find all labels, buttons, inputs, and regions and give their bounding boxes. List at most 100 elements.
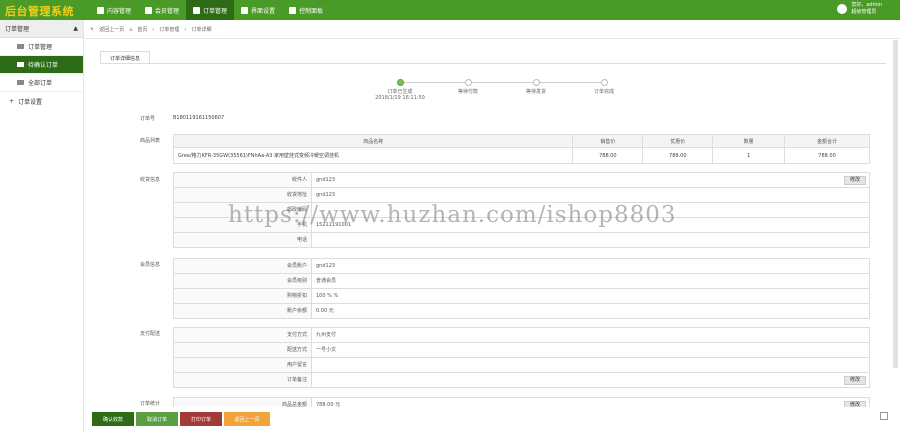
nav-label: 订单管理 xyxy=(203,7,228,15)
user-role: 超级管理员 xyxy=(851,9,877,15)
folder-icon xyxy=(17,44,24,49)
home-icon: ⌂ xyxy=(129,26,133,33)
app-logo: 后台管理系统 xyxy=(5,5,74,18)
order-progress: 订单已生成 等待付款 等待发货 订单完成 2018/1/19 16:11:50 xyxy=(372,79,614,109)
kv-value: 一号小文 xyxy=(316,347,337,353)
sidebar-item-pending[interactable]: 待确认订单 xyxy=(0,56,83,74)
kv-value xyxy=(312,233,316,247)
print-order-button[interactable]: 打印订单 xyxy=(180,412,222,426)
kv-key: 账户余额 xyxy=(174,304,312,318)
kv-value: gnd123 xyxy=(316,263,336,269)
breadcrumb: ↰ 返回上一页 ⌂ 首页 › 订单管理 › 订单详细 xyxy=(90,26,216,34)
plus-icon: + xyxy=(9,97,15,105)
kv-value: 九州支付 xyxy=(316,332,337,338)
breadcrumb-home[interactable]: 首页 xyxy=(137,26,147,33)
goods-discount: 788.00 xyxy=(642,147,714,164)
nav-label: 会员管理 xyxy=(155,7,180,15)
kv-row: 购物折扣 100 % % xyxy=(174,289,869,304)
edit-receiver-button[interactable]: 修改 xyxy=(844,176,866,185)
kv-value xyxy=(312,358,316,372)
kv-key: 会员账户 xyxy=(174,259,312,273)
resize-icon[interactable] xyxy=(880,412,888,420)
kv-row: 用户留言 xyxy=(174,358,869,373)
chevron-up-icon: ▲ xyxy=(73,25,78,32)
kv-key: 电话 xyxy=(174,233,312,247)
goods-total: 788.00 xyxy=(784,147,870,164)
nav-members[interactable]: 会员管理 xyxy=(138,0,186,20)
confirm-payment-button[interactable]: 确认收款 xyxy=(92,412,134,426)
col-header: 销售价 xyxy=(572,134,644,148)
kv-key: 收件人 xyxy=(174,173,312,187)
user-box[interactable]: 您好，admin 超级管理员 xyxy=(837,2,882,16)
kv-value: gnd123 xyxy=(316,177,336,183)
step-dot xyxy=(601,79,608,86)
kv-key: 支付方式 xyxy=(174,328,312,342)
table-row: Gree/格力KFR-35GW(35561)FNhAa-A3 家用壁挂式变频冷暖… xyxy=(172,147,870,164)
col-header: 数量 xyxy=(712,134,786,148)
step-time: 2018/1/19 16:11:50 xyxy=(375,95,425,101)
step-label: 等待付款 xyxy=(457,89,478,95)
table-header-row: 商品名称 销售价 优惠价 数量 金额合计 xyxy=(172,134,870,148)
step-connector xyxy=(539,82,601,83)
kv-value: 100 % % xyxy=(316,293,339,299)
kv-value: gnd123 xyxy=(316,192,336,198)
divider xyxy=(84,38,900,39)
back-button[interactable]: 返回上一页 xyxy=(224,412,270,426)
back-icon: ↰ xyxy=(90,26,95,33)
nav-control[interactable]: 控制面板 xyxy=(282,0,330,20)
member-table: 会员账户 gnd123 会员级别 普通会员 购物折扣 100 % % 账户余额 0.00… xyxy=(173,258,870,319)
col-header: 商品名称 xyxy=(172,134,574,148)
kv-row: 账户余额 0.00 元 xyxy=(174,304,869,319)
nav-label: 内容管理 xyxy=(107,7,132,15)
nav-orders[interactable]: 订单管理 xyxy=(186,0,235,20)
goods-name[interactable]: Gree/格力KFR-35GW(35561)FNhAa-A3 家用壁挂式变频冷暖… xyxy=(172,147,574,164)
kv-value: 0.00 元 xyxy=(316,308,334,314)
sidebar-item-label: 待确认订单 xyxy=(28,62,59,69)
kv-key: 订单备注 xyxy=(174,373,312,387)
sidebar-group-orders[interactable]: 订单管理 ▲ xyxy=(0,20,83,38)
nav-interface[interactable]: 界面设置 xyxy=(234,0,282,20)
divider xyxy=(100,63,886,64)
col-header: 优惠价 xyxy=(642,134,714,148)
sidebar-item-all[interactable]: 全部订单 xyxy=(0,74,83,92)
kv-row: 会员账户 gnd123 xyxy=(174,259,869,274)
nav-content[interactable]: 内容管理 xyxy=(90,0,138,20)
order-number: B180119161150607 xyxy=(173,115,225,121)
kv-row: 收件人 gnd123 修改 xyxy=(174,173,869,188)
sidebar-group-settings[interactable]: + 订单设置 xyxy=(0,92,83,110)
payment-label: 支付配送 xyxy=(140,331,161,337)
edit-payment-button[interactable]: 修改 xyxy=(844,376,866,385)
kv-key: 收货地址 xyxy=(174,188,312,202)
kv-row: 收货地址 gnd123 xyxy=(174,188,869,203)
goods-label: 商品列表 xyxy=(140,138,161,144)
breadcrumb-back[interactable]: 返回上一页 xyxy=(99,26,124,33)
kv-row: 订单备注 修改 xyxy=(174,373,869,388)
kv-key: 用户留言 xyxy=(174,358,312,372)
kv-key: 会员级别 xyxy=(174,274,312,288)
nav-label: 界面设置 xyxy=(251,7,276,15)
step-dot xyxy=(533,79,540,86)
stats-label: 订单统计 xyxy=(140,401,161,407)
breadcrumb-mid[interactable]: 订单管理 xyxy=(159,26,179,33)
gear-icon xyxy=(289,6,297,14)
monitor-icon xyxy=(97,6,104,14)
sidebar-group-label: 订单管理 xyxy=(5,26,30,33)
step-label: 订单已生成 xyxy=(387,89,413,95)
sidebar: 订单管理 ▲ 订单管理 待确认订单 全部订单 + 订单设置 xyxy=(0,20,84,432)
main-nav: 内容管理 会员管理 订单管理 界面设置 控制面板 xyxy=(90,0,330,20)
breadcrumb-sep: › xyxy=(184,26,187,33)
watermark: https://www.huzhan.com/ishop8803 xyxy=(228,202,677,228)
kv-value xyxy=(312,373,316,387)
user-greeting: 您好，admin xyxy=(851,2,882,8)
scrollbar[interactable] xyxy=(893,40,898,368)
cancel-order-button[interactable]: 取消订单 xyxy=(136,412,178,426)
step-dot-done xyxy=(397,79,404,86)
breadcrumb-sep: › xyxy=(152,26,155,33)
kv-row: 支付方式 九州支付 xyxy=(174,328,869,343)
step-label: 订单完成 xyxy=(593,89,614,95)
sidebar-item-order-manage[interactable]: 订单管理 xyxy=(0,38,83,56)
receiver-label: 收货信息 xyxy=(140,177,161,183)
step-connector xyxy=(471,82,533,83)
kv-value: 普通会员 xyxy=(316,278,337,284)
user-icon xyxy=(145,6,153,14)
